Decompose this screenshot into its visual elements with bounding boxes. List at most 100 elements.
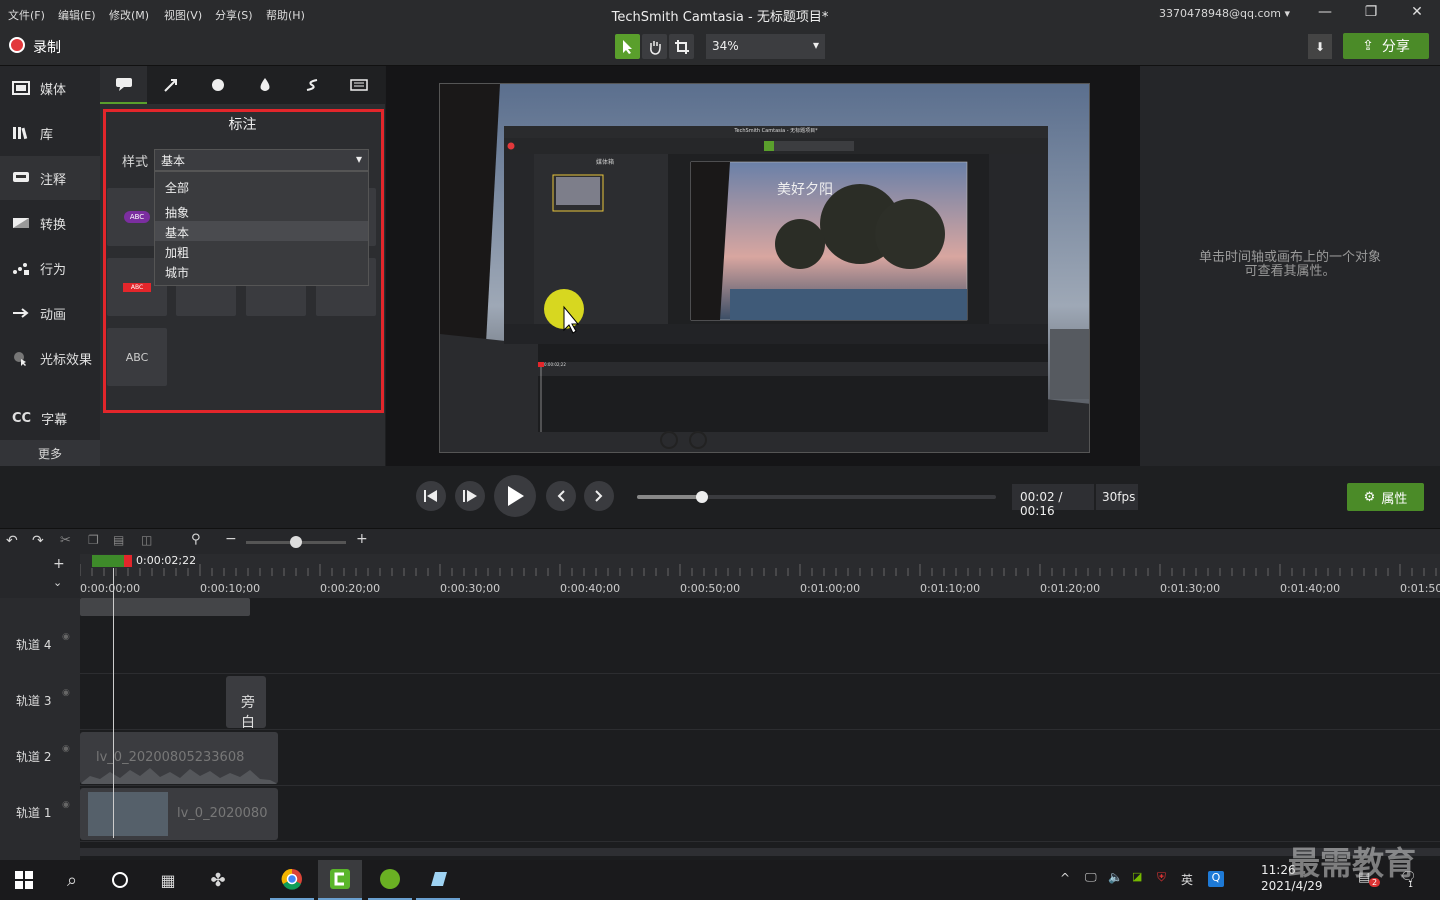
minimize-icon[interactable]: — bbox=[1310, 4, 1340, 24]
pan-tool-button[interactable] bbox=[642, 34, 667, 59]
previous-marker-button[interactable] bbox=[546, 481, 576, 511]
cut-icon[interactable]: ✂ bbox=[60, 533, 71, 548]
video-clip[interactable]: lv_0_2020080 bbox=[80, 788, 278, 840]
sidebar-item-label: 库 bbox=[40, 127, 54, 143]
sidebar-item-transition[interactable]: 转换 bbox=[0, 201, 100, 245]
app-pinwheel-icon[interactable]: ✤ bbox=[196, 860, 240, 900]
eye-icon[interactable]: ◉ bbox=[62, 744, 70, 754]
tray-expand-icon[interactable]: ^ bbox=[1060, 871, 1070, 885]
chrome-icon[interactable] bbox=[270, 860, 314, 900]
app-green-icon[interactable] bbox=[368, 860, 412, 900]
video-canvas[interactable]: TechSmith Camtasia - 无标题项目* 媒体箱 美好夕阳 0:0… bbox=[439, 83, 1090, 453]
camtasia-icon[interactable] bbox=[318, 860, 362, 900]
account-menu[interactable]: 3370478948@qq.com ▾ bbox=[1159, 7, 1290, 20]
eye-icon[interactable]: ◉ bbox=[62, 632, 70, 642]
share-label: 分享 bbox=[1381, 39, 1410, 55]
sidebar-item-caption[interactable]: CC 字幕 bbox=[0, 396, 100, 440]
zoom-out-icon[interactable]: − bbox=[225, 531, 237, 547]
tab-arrows[interactable] bbox=[147, 66, 194, 104]
crop-tool-button[interactable] bbox=[669, 34, 694, 59]
timeline-ruler[interactable]: 0:00:00;00 0:00:10;00 0:00:20;00 0:00:30;00… bbox=[79, 554, 1440, 598]
scrub-handle[interactable] bbox=[695, 491, 708, 503]
sidebar-item-behavior[interactable]: 行为 bbox=[0, 246, 100, 290]
record-icon[interactable] bbox=[9, 37, 25, 53]
properties-button[interactable]: ⚙ 属性 bbox=[1347, 483, 1424, 511]
app-notepad-icon[interactable] bbox=[416, 860, 460, 900]
sidebar-item-library[interactable]: 库 bbox=[0, 111, 100, 155]
redo-icon[interactable]: ↷ bbox=[32, 533, 44, 549]
sidebar-item-annotation[interactable]: 注释 bbox=[0, 156, 100, 200]
task-view-icon[interactable]: ▦ bbox=[146, 860, 190, 900]
paste-icon[interactable]: ▤ bbox=[113, 533, 124, 547]
step-back-button[interactable] bbox=[416, 481, 446, 511]
track-row bbox=[80, 786, 1440, 842]
sidebar-item-cursor-effect[interactable]: 光标效果 bbox=[0, 336, 100, 380]
security-icon[interactable]: ⛨ bbox=[1157, 870, 1166, 885]
track-name[interactable]: 轨道 1 bbox=[16, 804, 51, 821]
sidebar-item-label: 注释 bbox=[40, 172, 67, 188]
tab-sketch[interactable] bbox=[288, 66, 335, 104]
track-row bbox=[80, 618, 1440, 674]
more-button[interactable]: 更多 bbox=[0, 440, 100, 466]
sidebar-item-media[interactable]: 媒体 bbox=[0, 66, 100, 110]
shape-icon bbox=[211, 79, 224, 91]
scrub-fill bbox=[637, 495, 702, 499]
download-button[interactable]: ⬇ bbox=[1308, 34, 1332, 59]
record-label[interactable]: 录制 bbox=[33, 37, 61, 57]
crop-icon bbox=[674, 39, 689, 54]
close-icon[interactable]: ✕ bbox=[1402, 4, 1432, 24]
timeline-zoom-handle[interactable] bbox=[290, 536, 302, 548]
cortana-icon[interactable] bbox=[98, 860, 142, 900]
play-button[interactable] bbox=[494, 475, 536, 517]
properties-hint: 单击时间轴或画布上的一个对象 可查看其属性。 bbox=[1140, 251, 1440, 279]
ime-indicator[interactable]: 英 bbox=[1181, 871, 1193, 888]
tick-labels: 0:00:00;00 0:00:10;00 0:00:20;00 0:00:30;00… bbox=[80, 582, 1440, 596]
tab-keystroke[interactable] bbox=[335, 66, 382, 104]
annotation-tabs bbox=[100, 66, 385, 104]
ruler-tick-label: 0:00:20;00 bbox=[320, 582, 381, 595]
eye-icon[interactable]: ◉ bbox=[62, 800, 70, 810]
zoom-select[interactable]: 34% ▾ bbox=[706, 34, 825, 59]
sidebar-item-label: 媒体 bbox=[40, 82, 67, 98]
step-forward-button[interactable] bbox=[455, 481, 485, 511]
network-icon[interactable]: 🖵 bbox=[1085, 870, 1097, 885]
qq-icon[interactable]: Q bbox=[1208, 871, 1224, 887]
timeline-scrollbar[interactable] bbox=[80, 848, 1440, 856]
audio-clip-label: lv_0_20200805233608 bbox=[96, 750, 245, 765]
hint-line: 单击时间轴或画布上的一个对象 bbox=[1198, 250, 1381, 265]
scrub-track[interactable] bbox=[637, 495, 996, 499]
message-count: 1 bbox=[1408, 880, 1414, 889]
restore-icon[interactable]: ❐ bbox=[1356, 4, 1386, 24]
volume-icon[interactable]: 🔈 bbox=[1108, 870, 1123, 884]
video-clip-label: lv_0_2020080 bbox=[177, 806, 268, 821]
track-name[interactable]: 轨道 4 bbox=[16, 636, 51, 653]
next-marker-button[interactable] bbox=[584, 481, 614, 511]
track-headers: 轨道 4 轨道 3 轨道 2 轨道 1 ◉ ◉ ◉ ◉ bbox=[0, 598, 80, 860]
start-button[interactable] bbox=[2, 860, 46, 900]
eye-icon[interactable]: ◉ bbox=[62, 688, 70, 698]
add-track-icon[interactable]: + bbox=[53, 556, 65, 572]
share-button[interactable]: ⇪ 分享 bbox=[1343, 33, 1429, 59]
chevron-down-icon: ▾ bbox=[1284, 7, 1290, 20]
inner-panel-label: 媒体箱 bbox=[596, 159, 615, 166]
track-clip[interactable] bbox=[80, 598, 250, 616]
tab-callout[interactable] bbox=[100, 66, 147, 104]
tab-blur[interactable] bbox=[241, 66, 288, 104]
track-name[interactable]: 轨道 2 bbox=[16, 748, 51, 765]
audio-clip[interactable]: lv_0_20200805233608 bbox=[80, 732, 278, 784]
search-icon[interactable]: ⌕ bbox=[50, 860, 94, 900]
track-name[interactable]: 轨道 3 bbox=[16, 692, 51, 709]
copy-icon[interactable]: ❐ bbox=[88, 533, 99, 547]
narration-clip[interactable]: 旁白 bbox=[226, 676, 266, 728]
playhead-out-marker[interactable] bbox=[124, 555, 132, 567]
chevron-down-icon[interactable]: ⌄ bbox=[53, 576, 62, 589]
playhead-line[interactable] bbox=[113, 568, 114, 838]
select-tool-button[interactable] bbox=[615, 34, 640, 59]
split-icon[interactable]: ◫ bbox=[141, 533, 152, 547]
nvidia-icon[interactable]: ◪ bbox=[1132, 870, 1142, 883]
undo-icon[interactable]: ↶ bbox=[6, 533, 18, 549]
ruler-tick-label: 0:00:50;00 bbox=[680, 582, 741, 595]
sidebar-item-animation[interactable]: 动画 bbox=[0, 291, 100, 335]
zoom-in-icon[interactable]: + bbox=[356, 531, 368, 547]
tab-shapes[interactable] bbox=[194, 66, 241, 104]
